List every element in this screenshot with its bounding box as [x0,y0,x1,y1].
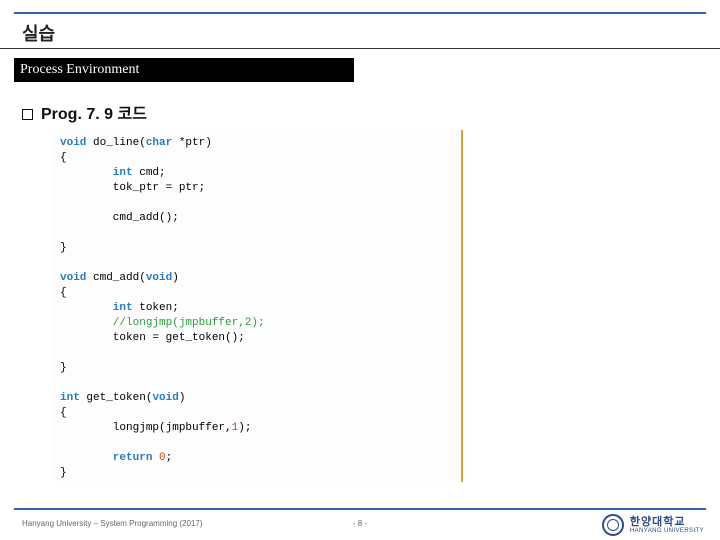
code-text: do_line( [86,137,145,149]
logo-korean: 한양대학교 [630,517,704,528]
code-type: int [60,167,133,179]
code-text: } [60,242,67,254]
code-text: *ptr) [172,137,212,149]
slide-title: 실습 [22,20,55,46]
code-text: token = get_token(); [60,332,245,344]
top-divider [14,12,706,14]
code-keyword: return [60,452,159,464]
title-underline [0,48,720,49]
code-text: ) [179,392,186,404]
code-text: cmd_add(); [60,212,179,224]
code-block: void do_line(char *ptr) { int cmd; tok_p… [50,130,462,482]
logo-emblem-icon [602,514,624,536]
code-text: { [60,407,67,419]
code-text: cmd_add( [86,272,145,284]
code-type: void [152,392,178,404]
code-text: ; [166,452,173,464]
code-text: { [60,287,67,299]
university-logo: 한양대학교 HANYANG UNIVERSITY [602,514,704,536]
code-type: int [60,392,80,404]
code-text: } [60,467,67,479]
code-number: 0 [159,452,166,464]
code-text: get_token( [80,392,153,404]
subheading-text: Prog. 7. 9 코드 [41,106,147,123]
code-keyword: void [60,137,86,149]
code-text: ); [238,422,251,434]
code-right-border [462,130,463,482]
code-text: token; [133,302,179,314]
bullet-square-icon [22,109,33,120]
code-text: ) [172,272,179,284]
code-text: tok_ptr = ptr; [60,182,205,194]
logo-english: HANYANG UNIVERSITY [630,528,704,534]
footer-divider [14,508,706,510]
chapter-label: Process Environment [14,58,354,82]
code-type: int [60,302,133,314]
code-text: { [60,152,67,164]
code-text: cmd; [133,167,166,179]
code-type: char [146,137,172,149]
code-type: void [146,272,172,284]
code-text: longjmp(jmpbuffer, [60,422,232,434]
code-text: } [60,362,67,374]
code-comment: //longjmp(jmpbuffer,2); [60,317,265,329]
logo-inner-ring-icon [607,519,619,531]
subheading: Prog. 7. 9 코드 [22,100,147,124]
code-keyword: void [60,272,86,284]
logo-text-block: 한양대학교 HANYANG UNIVERSITY [630,517,704,534]
